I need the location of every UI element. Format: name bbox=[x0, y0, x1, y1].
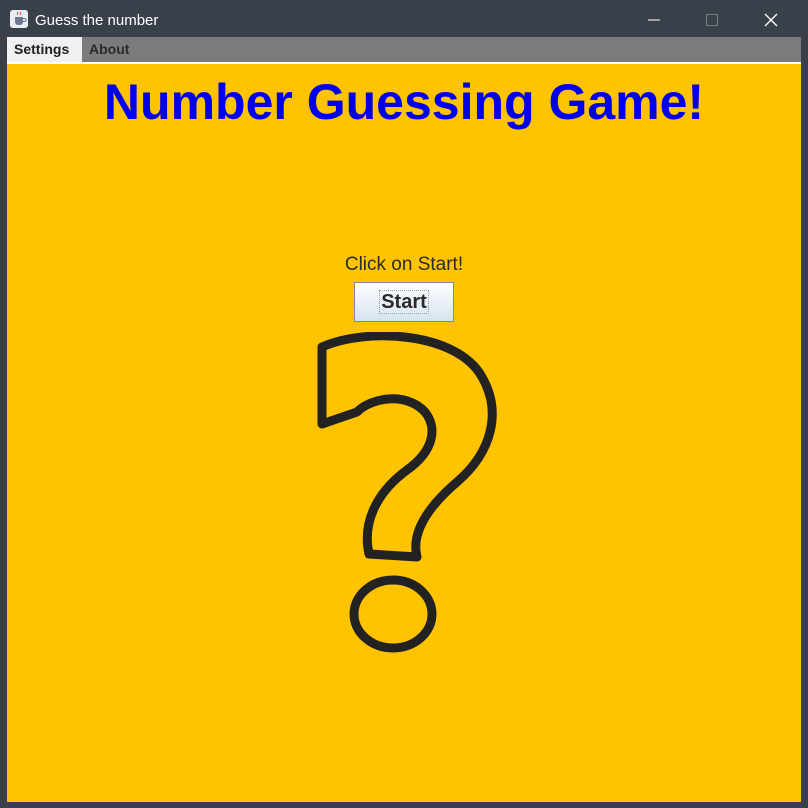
menu-settings[interactable]: Settings bbox=[7, 37, 82, 62]
maximize-icon bbox=[706, 14, 718, 26]
page-title: Number Guessing Game! bbox=[103, 74, 705, 130]
start-button[interactable]: Start bbox=[354, 282, 454, 322]
title-bar[interactable]: Guess the number bbox=[0, 0, 808, 37]
close-icon bbox=[764, 13, 778, 27]
window-title: Guess the number bbox=[35, 12, 159, 29]
minimize-icon bbox=[648, 19, 660, 21]
menu-about[interactable]: About bbox=[82, 37, 142, 62]
app-window: Guess the number Settings About Number G… bbox=[0, 0, 808, 808]
instruction-label: Click on Start! bbox=[344, 254, 464, 275]
minimize-button[interactable] bbox=[625, 0, 683, 37]
maximize-button[interactable] bbox=[683, 0, 741, 37]
close-button[interactable] bbox=[742, 0, 800, 37]
java-coffee-cup-icon bbox=[10, 10, 28, 28]
game-panel: Number Guessing Game! Click on Start! St… bbox=[7, 62, 801, 802]
question-mark-icon bbox=[317, 332, 497, 653]
menu-bar: Settings About bbox=[7, 37, 801, 62]
start-button-label: Start bbox=[379, 290, 429, 314]
